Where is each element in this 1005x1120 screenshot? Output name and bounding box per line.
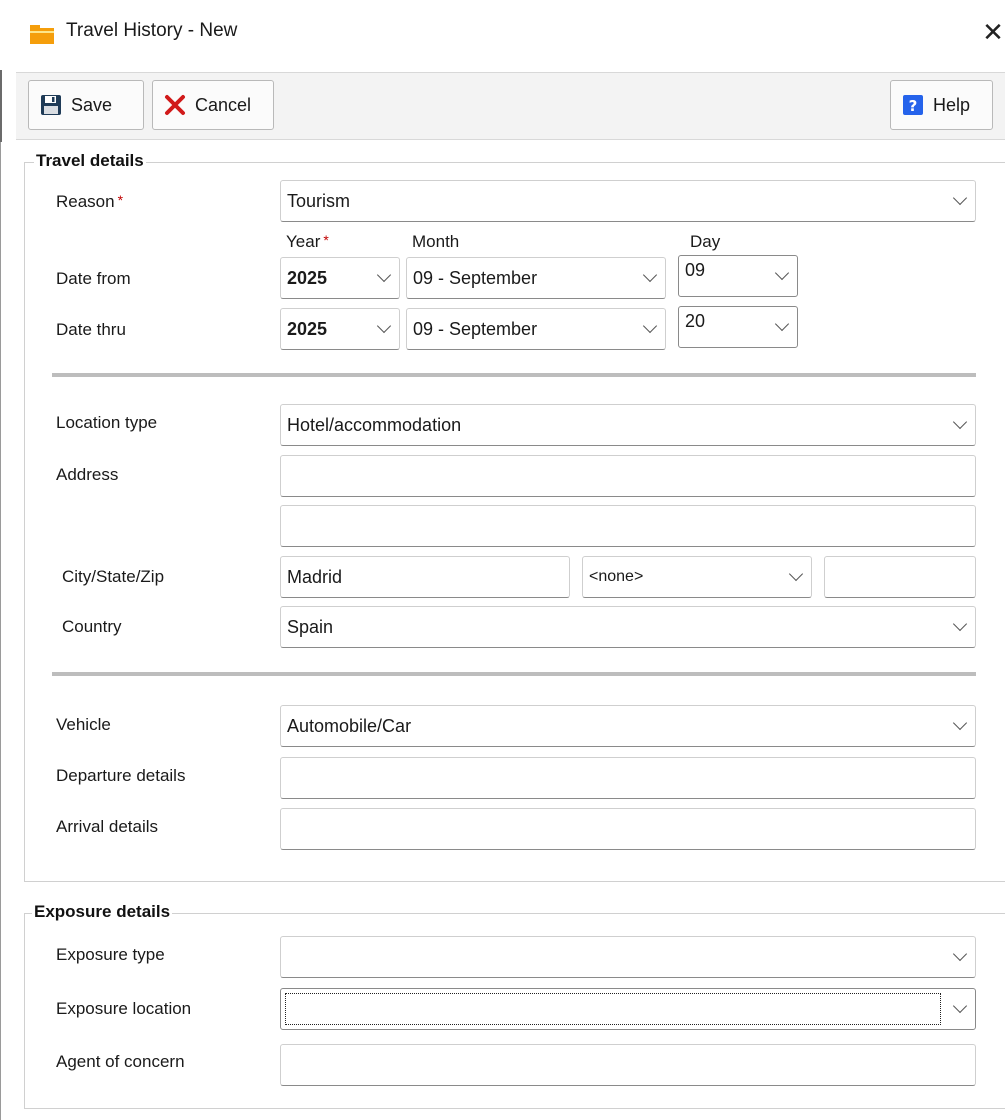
- folder-icon: [30, 22, 54, 44]
- required-marker: *: [117, 192, 124, 208]
- section-divider: [52, 373, 976, 377]
- help-button[interactable]: ? Help: [890, 80, 993, 130]
- vehicle-select[interactable]: Automobile/Car: [280, 705, 976, 747]
- chevron-down-icon: [774, 265, 790, 281]
- state-value: <none>: [589, 568, 644, 585]
- country-select[interactable]: Spain: [280, 606, 976, 648]
- country-value: Spain: [287, 616, 334, 637]
- chevron-down-icon: [376, 267, 392, 283]
- red-x-icon: [163, 93, 187, 117]
- section-divider: [52, 672, 976, 676]
- floppy-disk-icon: [39, 93, 63, 117]
- focus-rect: [285, 993, 941, 1025]
- date-thru-month-select[interactable]: 09 - September: [406, 308, 666, 350]
- exposure-location-select[interactable]: [280, 988, 976, 1030]
- exposure-location-label: Exposure location: [56, 999, 192, 1018]
- city-state-zip-label: City/State/Zip: [62, 567, 165, 586]
- day-value: 09: [685, 260, 706, 280]
- location-type-value: Hotel/accommodation: [287, 414, 462, 435]
- month-value: 09 - September: [413, 267, 538, 288]
- city-input[interactable]: Madrid: [280, 556, 570, 598]
- vehicle-value: Automobile/Car: [287, 715, 412, 736]
- day-value: 20: [685, 311, 706, 331]
- agent-of-concern-label: Agent of concern: [56, 1052, 185, 1071]
- chevron-down-icon: [952, 715, 968, 731]
- chevron-down-icon: [952, 190, 968, 206]
- country-label: Country: [62, 617, 122, 636]
- save-button[interactable]: Save: [28, 80, 144, 130]
- chevron-down-icon: [952, 946, 968, 962]
- date-thru-day-select[interactable]: 20: [678, 306, 798, 348]
- address-line2-input[interactable]: [280, 505, 976, 547]
- month-value: 09 - September: [413, 318, 538, 339]
- exposure-details-title: Exposure details: [32, 902, 173, 922]
- close-button[interactable]: ✕: [978, 14, 1005, 50]
- chevron-down-icon: [952, 998, 968, 1014]
- chevron-down-icon: [952, 616, 968, 632]
- reason-label: Reason *: [56, 192, 124, 211]
- svg-text:?: ?: [909, 97, 918, 115]
- chevron-down-icon: [952, 414, 968, 430]
- background-window-edge: [0, 142, 1, 1120]
- year-column-label: Year *: [286, 232, 329, 251]
- save-label: Save: [71, 94, 113, 115]
- arrival-details-label: Arrival details: [56, 817, 159, 836]
- day-column-label: Day: [690, 232, 721, 251]
- required-marker: *: [323, 232, 329, 248]
- departure-details-input[interactable]: [280, 757, 976, 799]
- exposure-type-label: Exposure type: [56, 945, 165, 964]
- date-from-day-select[interactable]: 09: [678, 255, 798, 297]
- background-window-edge: [0, 70, 2, 142]
- chevron-down-icon: [774, 316, 790, 332]
- chevron-down-icon: [642, 267, 658, 283]
- vehicle-label: Vehicle: [56, 715, 111, 734]
- address-label: Address: [56, 465, 119, 484]
- cancel-button[interactable]: Cancel: [152, 80, 274, 130]
- date-from-year-select[interactable]: 2025: [280, 257, 400, 299]
- date-thru-year-select[interactable]: 2025: [280, 308, 400, 350]
- year-value: 2025: [287, 318, 328, 339]
- state-select[interactable]: <none>: [582, 556, 812, 598]
- reason-value: Tourism: [287, 190, 351, 211]
- travel-details-title: Travel details: [34, 151, 146, 171]
- departure-details-label: Departure details: [56, 766, 186, 785]
- help-icon: ?: [901, 93, 925, 117]
- cancel-label: Cancel: [195, 94, 252, 115]
- arrival-details-input[interactable]: [280, 808, 976, 850]
- location-type-select[interactable]: Hotel/accommodation: [280, 404, 976, 446]
- agent-of-concern-input[interactable]: [280, 1044, 976, 1086]
- address-line1-input[interactable]: [280, 455, 976, 497]
- month-column-label: Month: [412, 232, 460, 251]
- year-value: 2025: [287, 267, 328, 288]
- help-label: Help: [933, 94, 971, 115]
- chevron-down-icon: [376, 318, 392, 334]
- reason-select[interactable]: Tourism: [280, 180, 976, 222]
- zip-input[interactable]: [824, 556, 976, 598]
- date-thru-label: Date thru: [56, 320, 126, 339]
- chevron-down-icon: [788, 566, 804, 582]
- location-type-label: Location type: [56, 413, 158, 432]
- exposure-type-select[interactable]: [280, 936, 976, 978]
- date-from-label: Date from: [56, 269, 131, 288]
- window-title: Travel History - New: [66, 20, 238, 41]
- chevron-down-icon: [642, 318, 658, 334]
- date-from-month-select[interactable]: 09 - September: [406, 257, 666, 299]
